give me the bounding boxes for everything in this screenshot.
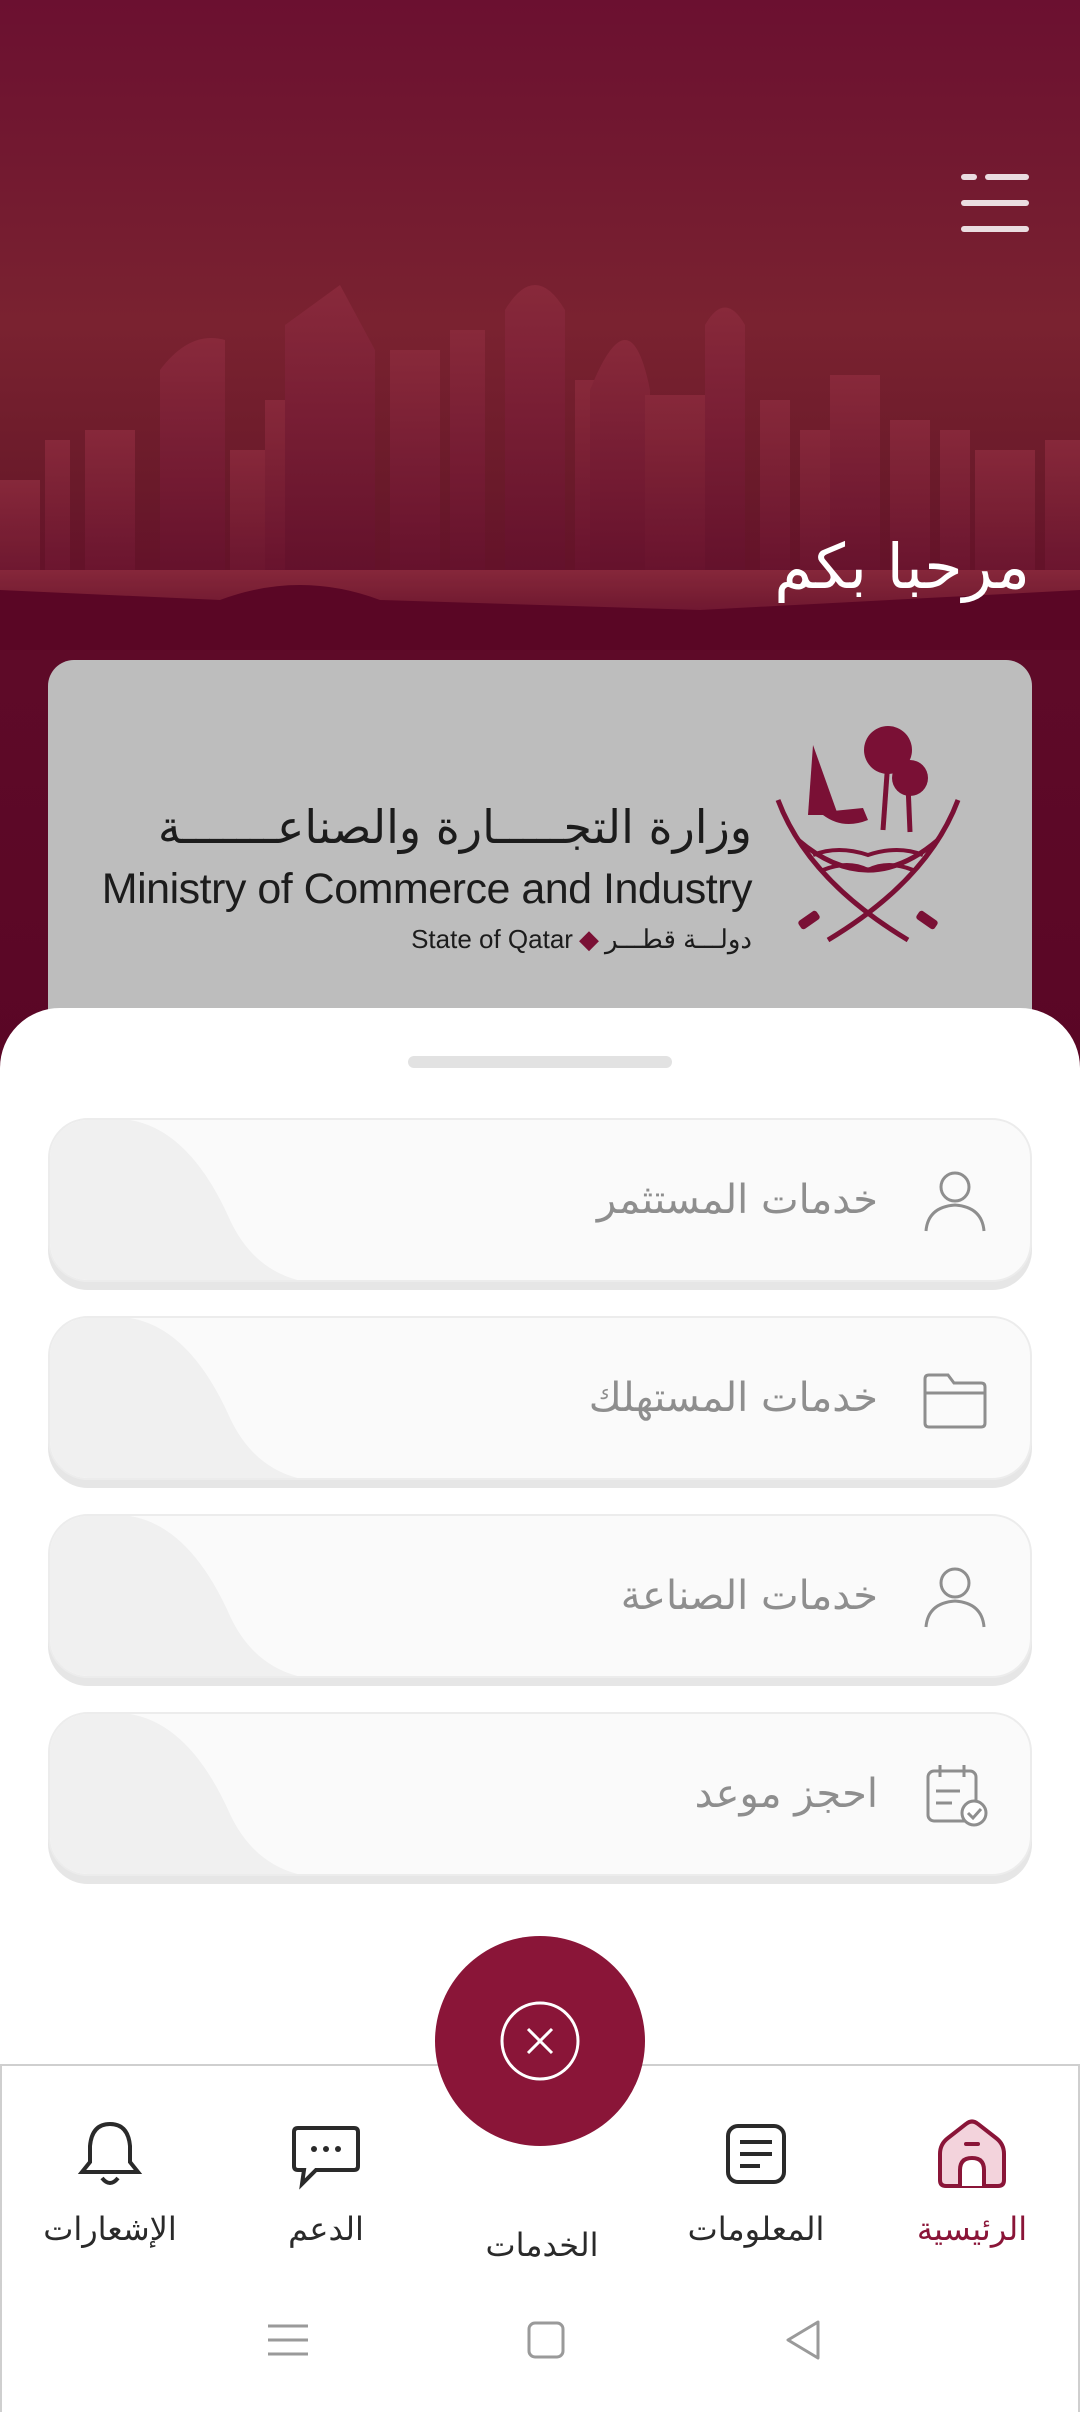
system-navigation-bar — [0, 2270, 1080, 2412]
bell-icon — [77, 2121, 143, 2185]
ministry-name-arabic: وزارة التجـــــارة والصناعـــــــة — [157, 800, 752, 854]
state-english: State of Qatar — [411, 924, 573, 954]
nav-information[interactable]: المعلومات — [656, 2114, 856, 2248]
chat-icon — [292, 2126, 360, 2190]
card-decoration — [50, 1120, 298, 1280]
folder-icon — [923, 1373, 987, 1429]
consumer-services-button[interactable]: خدمات المستهلك — [48, 1316, 1032, 1480]
nav-home[interactable]: الرئيسية — [872, 2114, 1072, 2248]
news-icon — [726, 2124, 786, 2184]
nav-label: الرئيسية — [916, 2210, 1028, 2248]
state-arabic: دولـــة قطـــر — [604, 924, 752, 954]
state-line: State of Qatar ◆ دولـــة قطـــر — [411, 924, 752, 955]
user-icon — [924, 1171, 986, 1232]
separator-dot: ◆ — [578, 924, 599, 954]
back-triangle-icon[interactable] — [774, 2310, 834, 2370]
nav-support[interactable]: الدعم — [226, 2114, 426, 2248]
home-square-icon[interactable] — [516, 2310, 576, 2370]
card-decoration — [50, 1516, 298, 1676]
nav-label: الخدمات — [485, 2226, 599, 2264]
service-label: خدمات المستثمر — [596, 1177, 878, 1223]
card-decoration — [50, 1318, 298, 1478]
nav-label: الدعم — [288, 2210, 364, 2248]
close-circle-icon — [500, 2001, 580, 2081]
investor-services-button[interactable]: خدمات المستثمر — [48, 1118, 1032, 1282]
book-appointment-button[interactable]: احجز موعد — [48, 1712, 1032, 1876]
service-label: خدمات المستهلك — [588, 1375, 878, 1421]
services-toggle-button[interactable] — [435, 1936, 645, 2146]
qatar-emblem-icon — [775, 726, 961, 943]
card-decoration — [50, 1714, 298, 1874]
sheet-drag-handle[interactable] — [408, 1056, 672, 1068]
ministry-name-english: Ministry of Commerce and Industry — [101, 865, 753, 913]
menu-button[interactable] — [955, 170, 1035, 240]
nav-label: المعلومات — [687, 2210, 825, 2248]
user-icon — [924, 1567, 986, 1628]
service-label: احجز موعد — [694, 1771, 878, 1817]
nav-label: الإشعارات — [43, 2210, 177, 2248]
home-icon — [938, 2119, 1006, 2188]
service-label: خدمات الصناعة — [620, 1573, 878, 1619]
calendar-check-icon — [926, 1765, 988, 1827]
industry-services-button[interactable]: خدمات الصناعة — [48, 1514, 1032, 1678]
menu-icon — [961, 174, 1029, 232]
welcome-text: مرحبا بكم — [774, 530, 1030, 603]
recents-icon[interactable] — [258, 2310, 318, 2370]
nav-notifications[interactable]: الإشعارات — [10, 2114, 210, 2248]
